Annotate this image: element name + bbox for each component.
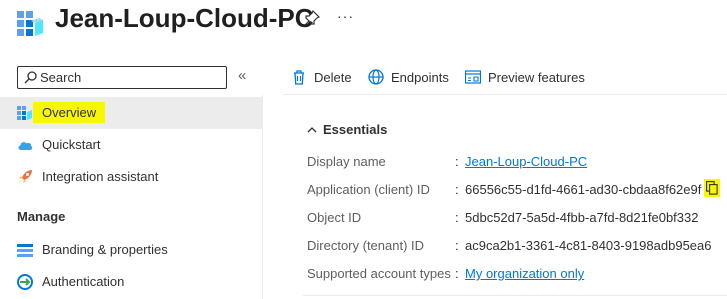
copy-icon bbox=[706, 181, 718, 195]
essentials-toggle[interactable]: Essentials bbox=[307, 122, 387, 137]
essentials-row-display-name: Display name : Jean-Loup-Cloud-PC bbox=[307, 154, 727, 172]
toolbar-divider bbox=[283, 94, 727, 95]
page-header: Jean-Loup-Cloud-PC ··· bbox=[0, 0, 727, 50]
essentials-row-object-id: Object ID : 5dbc52d7-5a5d-4fbb-a7fd-8d21… bbox=[307, 210, 727, 228]
separator: : bbox=[455, 266, 459, 281]
separator: : bbox=[455, 210, 459, 225]
cloud-icon bbox=[18, 142, 33, 150]
trash-icon bbox=[294, 70, 304, 85]
essentials-key: Directory (tenant) ID bbox=[307, 238, 425, 253]
account-types-link[interactable]: My organization only bbox=[465, 266, 584, 281]
sidebar-item-integration-assistant[interactable]: Integration assistant bbox=[0, 161, 262, 193]
endpoints-label: Endpoints bbox=[391, 70, 449, 85]
preview-features-label: Preview features bbox=[488, 70, 585, 85]
search-box[interactable] bbox=[17, 66, 227, 89]
essentials-row-tenant-id: Directory (tenant) ID : ac9ca2b1-3361-4c… bbox=[307, 238, 727, 256]
essentials-title: Essentials bbox=[323, 122, 388, 137]
more-options-icon[interactable]: ··· bbox=[337, 8, 354, 24]
display-name-link[interactable]: Jean-Loup-Cloud-PC bbox=[465, 154, 587, 169]
preview-features-icon bbox=[465, 70, 481, 84]
essentials-row-account-types: Supported account types : My organizatio… bbox=[307, 266, 727, 284]
separator: : bbox=[455, 182, 459, 197]
sidebar-item-label: Branding & properties bbox=[42, 242, 168, 257]
copy-to-clipboard-button[interactable] bbox=[704, 179, 720, 197]
essentials-key: Supported account types bbox=[307, 266, 451, 281]
search-icon bbox=[24, 71, 37, 84]
tenant-id-value: ac9ca2b1-3361-4c81-8403-9198adb95ea6 bbox=[465, 238, 712, 253]
overview-grid-icon bbox=[17, 106, 32, 120]
sidebar-item-label: Integration assistant bbox=[42, 169, 159, 184]
essentials-row-client-id: Application (client) ID : 66556c55-d1fd-… bbox=[307, 182, 727, 200]
sidebar-item-overview[interactable]: Overview bbox=[0, 97, 262, 129]
essentials-key: Display name bbox=[307, 154, 386, 169]
object-id-value: 5dbc52d7-5a5d-4fbb-a7fd-8d21fe0bf332 bbox=[465, 210, 699, 225]
pin-icon[interactable] bbox=[304, 10, 320, 26]
sidebar-item-label: Quickstart bbox=[42, 137, 101, 152]
rocket-icon bbox=[18, 170, 32, 184]
page-title: Jean-Loup-Cloud-PC bbox=[55, 3, 314, 33]
sidebar-item-label: Overview bbox=[33, 102, 106, 123]
chevron-up-icon bbox=[307, 127, 317, 133]
sidebar-item-branding-properties[interactable]: Branding & properties bbox=[0, 234, 262, 266]
delete-label: Delete bbox=[314, 70, 352, 85]
essentials-divider bbox=[303, 295, 727, 296]
sidebar-divider bbox=[262, 95, 263, 299]
search-input[interactable] bbox=[40, 69, 220, 86]
collapse-sidebar-button[interactable]: « bbox=[238, 67, 246, 84]
branding-icon bbox=[17, 244, 33, 257]
essentials-key: Object ID bbox=[307, 210, 362, 225]
client-id-value: 66556c55-d1fd-4661-ad30-cbdaa8f62e9f bbox=[465, 182, 702, 197]
sidebar-item-authentication[interactable]: Authentication bbox=[0, 266, 262, 298]
separator: : bbox=[455, 238, 459, 253]
essentials-key: Application (client) ID bbox=[307, 182, 430, 197]
manage-section-heading: Manage bbox=[17, 209, 66, 224]
app-registration-icon bbox=[17, 11, 43, 36]
globe-icon bbox=[368, 69, 384, 85]
separator: : bbox=[455, 154, 459, 169]
authentication-icon bbox=[17, 274, 33, 290]
sidebar-item-quickstart[interactable]: Quickstart bbox=[0, 129, 262, 161]
sidebar-item-label: Authentication bbox=[42, 274, 125, 289]
